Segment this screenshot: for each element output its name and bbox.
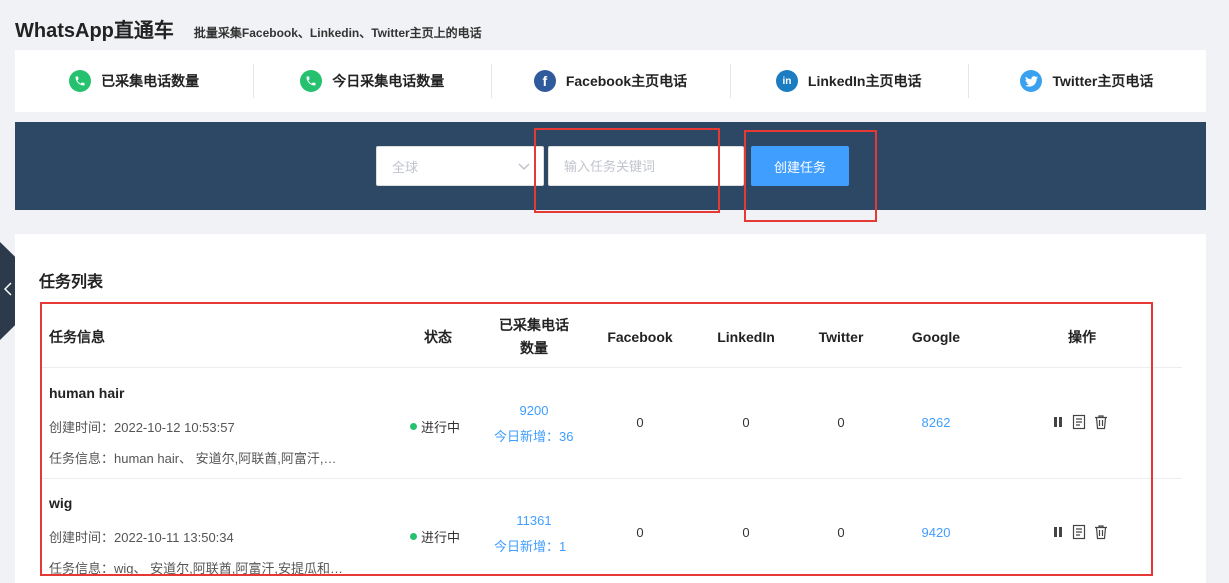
- app-subtitle: 批量采集Facebook、Linkedin、Twitter主页上的电话: [193, 26, 482, 40]
- stat-today-phones[interactable]: 今日采集电话数量: [253, 64, 491, 98]
- stat-label: Facebook主页电话: [565, 73, 688, 89]
- stat-twitter-phones[interactable]: Twitter主页电话: [967, 64, 1206, 98]
- stat-label: 今日采集电话数量: [332, 73, 445, 89]
- app-title: WhatsApp直通车: [15, 20, 174, 42]
- chevron-down-icon: [517, 159, 531, 176]
- twitter-icon: [1020, 70, 1043, 92]
- phone-icon: [69, 70, 92, 92]
- stat-label: 已采集电话数量: [101, 73, 200, 89]
- stats-bar: 已采集电话数量 今日采集电话数量 f Facebook主页电话 in Linke…: [15, 50, 1206, 112]
- stat-linkedin-phones[interactable]: in LinkedIn主页电话: [729, 64, 968, 98]
- stat-label: LinkedIn主页电话: [807, 73, 922, 89]
- panel-title: 任务列表: [39, 274, 104, 291]
- stat-label: Twitter主页电话: [1052, 73, 1154, 89]
- facebook-icon: f: [533, 70, 556, 92]
- stat-facebook-phones[interactable]: f Facebook主页电话: [491, 64, 729, 98]
- sidebar-toggle[interactable]: [0, 242, 15, 340]
- phone-icon: [300, 70, 323, 92]
- highlight-keyword-input: [534, 128, 720, 213]
- region-select[interactable]: 全球: [376, 146, 544, 186]
- app-header: WhatsApp直通车 批量采集Facebook、Linkedin、Twitte…: [15, 14, 482, 44]
- chevron-left-icon: [3, 281, 12, 301]
- linkedin-icon: in: [775, 70, 798, 92]
- highlight-create-button: [744, 130, 877, 222]
- region-select-value: 全球: [392, 159, 419, 175]
- highlight-task-table: [40, 302, 1153, 576]
- stat-collected-phones[interactable]: 已采集电话数量: [15, 64, 253, 98]
